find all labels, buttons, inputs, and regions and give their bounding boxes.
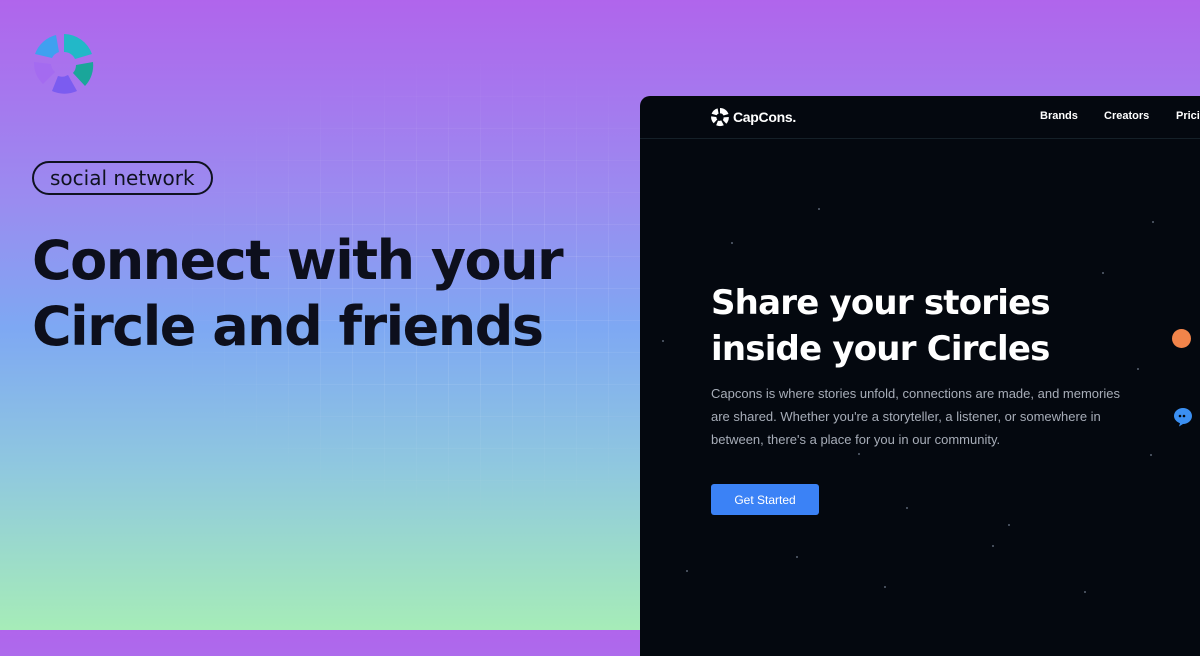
star	[1152, 221, 1154, 223]
nav-link-creators[interactable]: Creators	[1104, 110, 1149, 122]
orange-avatar-dot	[1172, 329, 1191, 348]
capcons-brand-icon	[711, 107, 729, 127]
preview-navbar: CapCons. Brands Creators Prici	[640, 96, 1200, 139]
star	[1150, 454, 1152, 456]
star	[1102, 272, 1104, 274]
hero-title-line-2: inside your Circles	[711, 329, 1050, 369]
get-started-button[interactable]: Get Started	[711, 484, 819, 515]
capcons-logo-icon	[33, 34, 94, 94]
hero-title: Share your stories inside your Circles	[711, 280, 1051, 372]
chat-bubble-icon	[1174, 408, 1192, 427]
star	[906, 507, 908, 509]
star	[731, 242, 733, 244]
brand-name: CapCons.	[733, 109, 796, 125]
star	[796, 556, 798, 558]
headline-line-1: Connect with your	[32, 229, 564, 292]
star	[884, 586, 886, 588]
star	[818, 208, 820, 210]
hero-description: Capcons is where stories unfold, connect…	[711, 386, 1120, 447]
star	[662, 340, 664, 342]
brand-link[interactable]: CapCons.	[710, 107, 796, 127]
website-preview: CapCons. Brands Creators Prici Share you…	[640, 96, 1200, 656]
nav-link-brands[interactable]: Brands	[1040, 110, 1078, 122]
star	[1084, 591, 1086, 593]
hero-title-line-1: Share your stories	[711, 283, 1051, 323]
category-badge: social network	[32, 161, 213, 195]
nav-link-pricing[interactable]: Prici	[1176, 110, 1200, 122]
star	[1008, 524, 1010, 526]
star	[992, 545, 994, 547]
headline-line-2: Circle and friends	[32, 295, 544, 358]
star	[1137, 368, 1139, 370]
page-headline: Connect with your Circle and friends	[32, 228, 564, 360]
star	[858, 453, 860, 455]
star	[686, 570, 688, 572]
